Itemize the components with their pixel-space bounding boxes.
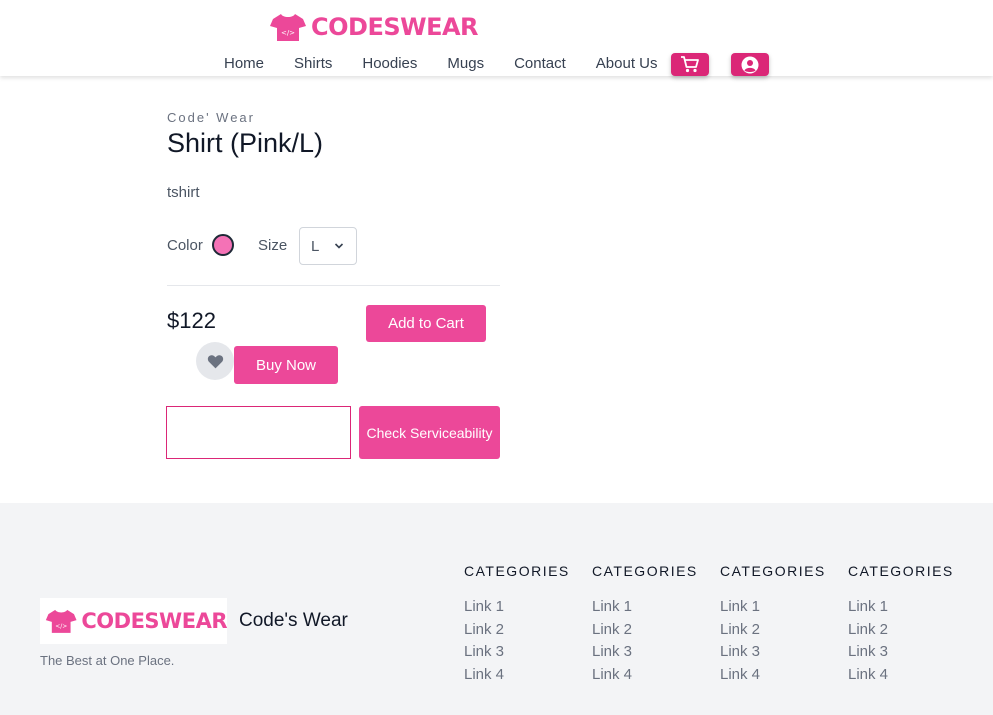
footer-link[interactable]: Link 4 [592, 664, 698, 687]
account-button[interactable] [731, 53, 769, 76]
footer-link[interactable]: Link 4 [848, 664, 954, 687]
color-label: Color [167, 237, 203, 254]
footer-link[interactable]: Link 1 [464, 596, 570, 619]
site-logo[interactable]: </> CODESWEAR [269, 12, 479, 42]
nav-contact[interactable]: Contact [514, 55, 566, 73]
size-select-value: L [311, 237, 320, 255]
footer-link[interactable]: Link 3 [592, 641, 698, 664]
heart-icon [207, 354, 223, 368]
divider [167, 285, 500, 286]
footer-link[interactable]: Link 1 [848, 596, 954, 619]
logo-text: CODESWEAR [311, 13, 479, 41]
site-footer: </> CODESWEAR Code's Wear The Best at On… [0, 503, 993, 715]
wishlist-button[interactable] [196, 342, 234, 380]
product-price: $122 [167, 308, 216, 333]
footer-column-heading: CATEGORIES [720, 563, 826, 579]
footer-column-heading: CATEGORIES [464, 563, 570, 579]
nav-shirts[interactable]: Shirts [294, 55, 332, 73]
size-label: Size [258, 237, 288, 254]
svg-text:</>: </> [281, 29, 295, 37]
footer-link[interactable]: Link 2 [720, 619, 826, 642]
footer-link[interactable]: Link 3 [464, 641, 570, 664]
footer-column: CATEGORIES Link 1 Link 2 Link 3 Link 4 [592, 563, 698, 687]
buy-now-button[interactable]: Buy Now [234, 346, 338, 384]
footer-column: CATEGORIES Link 1 Link 2 Link 3 Link 4 [720, 563, 826, 687]
footer-link[interactable]: Link 2 [592, 619, 698, 642]
svg-text:</>: </> [55, 623, 67, 630]
nav-about-us[interactable]: About Us [596, 55, 658, 73]
chevron-down-icon [334, 243, 344, 249]
check-serviceability-button[interactable]: Check Serviceability [359, 406, 500, 459]
footer-link[interactable]: Link 2 [848, 619, 954, 642]
nav-hoodies[interactable]: Hoodies [362, 55, 417, 73]
cart-button[interactable] [671, 53, 709, 76]
main-nav: Home Shirts Hoodies Mugs Contact About U… [224, 55, 673, 73]
user-circle-icon [741, 56, 759, 73]
site-header: </> CODESWEAR Home Shirts Hoodies Mugs C… [0, 0, 993, 76]
footer-link[interactable]: Link 3 [848, 641, 954, 664]
footer-column-heading: CATEGORIES [848, 563, 954, 579]
color-swatch-pink[interactable] [212, 234, 234, 256]
product-description: tshirt [167, 184, 200, 201]
footer-link[interactable]: Link 1 [592, 596, 698, 619]
cart-icon [681, 56, 699, 73]
add-to-cart-button[interactable]: Add to Cart [366, 305, 486, 342]
footer-link[interactable]: Link 4 [464, 664, 570, 687]
footer-column: CATEGORIES Link 1 Link 2 Link 3 Link 4 [464, 563, 570, 687]
tshirt-logo-icon: </> [45, 609, 77, 633]
footer-brand: Code's Wear [239, 610, 348, 631]
nav-mugs[interactable]: Mugs [447, 55, 484, 73]
footer-logo-text: CODESWEAR [81, 609, 227, 633]
footer-link[interactable]: Link 4 [720, 664, 826, 687]
product-brand: Code' Wear [167, 110, 255, 125]
footer-column: CATEGORIES Link 1 Link 2 Link 3 Link 4 [848, 563, 954, 687]
tshirt-logo-icon: </> [270, 14, 306, 41]
nav-home[interactable]: Home [224, 55, 264, 73]
footer-link[interactable]: Link 1 [720, 596, 826, 619]
footer-column-heading: CATEGORIES [592, 563, 698, 579]
footer-link[interactable]: Link 2 [464, 619, 570, 642]
footer-logo[interactable]: </> CODESWEAR [40, 598, 227, 644]
product-title: Shirt (Pink/L) [167, 128, 324, 158]
pincode-input[interactable] [166, 406, 351, 459]
footer-link[interactable]: Link 3 [720, 641, 826, 664]
size-select[interactable]: L [299, 227, 357, 265]
footer-tagline: The Best at One Place. [40, 653, 175, 668]
